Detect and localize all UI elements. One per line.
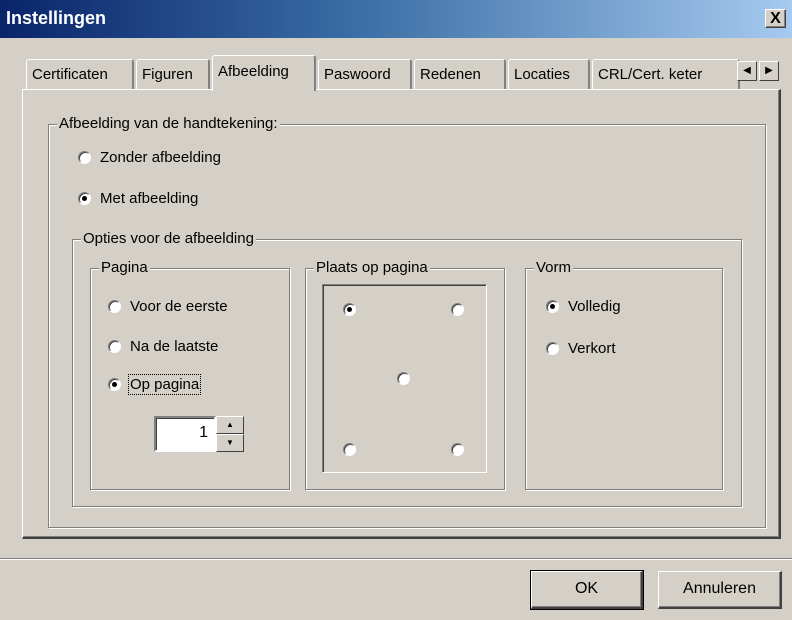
spin-down-button[interactable]: ▼ <box>216 434 244 452</box>
radio-button-icon <box>451 443 464 456</box>
tab-label: Afbeelding <box>218 63 289 80</box>
radio-op-pagina[interactable]: Op pagina <box>108 374 202 395</box>
title-bar: Instellingen X <box>0 0 792 38</box>
radio-label: Op pagina <box>127 374 202 395</box>
radio-button-selected-icon <box>546 300 559 313</box>
tab-label: Locaties <box>514 66 570 83</box>
radio-position-center[interactable] <box>397 372 410 385</box>
close-icon: X <box>770 10 781 27</box>
radio-na-de-laatste[interactable]: Na de laatste <box>108 338 218 355</box>
tab-scroll-left-button[interactable]: ◀ <box>737 61 757 81</box>
radio-button-icon <box>546 342 559 355</box>
radio-volledig[interactable]: Volledig <box>546 298 621 315</box>
radio-label: Zonder afbeelding <box>100 149 221 166</box>
radio-verkort[interactable]: Verkort <box>546 340 616 357</box>
radio-button-icon <box>343 443 356 456</box>
tab-paswoord[interactable]: Paswoord <box>318 59 412 89</box>
radio-label: Volledig <box>568 298 621 315</box>
arrow-left-icon: ◀ <box>743 65 751 76</box>
image-options-legend: Opties voor de afbeelding <box>81 229 256 249</box>
tab-label: Certificaten <box>32 66 108 83</box>
tab-certificaten[interactable]: Certificaten <box>26 59 134 89</box>
spin-down-icon: ▼ <box>226 438 234 447</box>
spin-up-button[interactable]: ▲ <box>216 416 244 434</box>
radio-position-bottom-right[interactable] <box>451 443 464 456</box>
radio-position-top-left[interactable] <box>343 303 356 316</box>
tab-figuren[interactable]: Figuren <box>136 59 210 89</box>
close-button[interactable]: X <box>765 9 786 28</box>
tab-afbeelding[interactable]: Afbeelding <box>212 55 316 91</box>
radio-button-selected-icon <box>108 378 121 391</box>
position-legend: Plaats op pagina <box>314 258 430 278</box>
radio-button-icon <box>108 340 121 353</box>
page-number-input[interactable]: 1 <box>154 416 216 452</box>
shape-legend: Vorm <box>534 258 574 278</box>
radio-label: Met afbeelding <box>100 190 199 207</box>
signature-image-legend: Afbeelding van de handtekening: <box>57 114 280 134</box>
radio-voor-de-eerste[interactable]: Voor de eerste <box>108 298 228 315</box>
ok-button[interactable]: OK <box>530 570 644 610</box>
radio-label: Verkort <box>568 340 616 357</box>
tab-label: CRL/Cert. keter <box>598 66 703 83</box>
tab-label: Paswoord <box>324 66 391 83</box>
radio-label: Na de laatste <box>130 338 219 355</box>
radio-button-icon <box>78 151 91 164</box>
radio-position-bottom-left[interactable] <box>343 443 356 456</box>
radio-zonder-afbeelding[interactable]: Zonder afbeelding <box>78 149 221 166</box>
separator <box>0 558 792 560</box>
radio-position-top-right[interactable] <box>451 303 464 316</box>
cancel-button[interactable]: Annuleren <box>658 571 782 609</box>
page-legend: Pagina <box>99 258 150 278</box>
tab-label: Figuren <box>142 66 193 83</box>
radio-button-selected-icon <box>78 192 91 205</box>
tab-scroll-right-button[interactable]: ▶ <box>759 61 779 81</box>
radio-met-afbeelding[interactable]: Met afbeelding <box>78 190 198 207</box>
tab-redenen[interactable]: Redenen <box>414 59 506 89</box>
tab-label: Redenen <box>420 66 481 83</box>
tab-locaties[interactable]: Locaties <box>508 59 590 89</box>
window-title: Instellingen <box>6 8 107 28</box>
arrow-right-icon: ▶ <box>765 65 773 76</box>
radio-button-icon <box>451 303 464 316</box>
radio-button-icon <box>397 372 410 385</box>
radio-button-icon <box>108 300 121 313</box>
radio-label: Voor de eerste <box>130 298 228 315</box>
spin-up-icon: ▲ <box>226 420 234 429</box>
radio-button-selected-icon <box>343 303 356 316</box>
tab-crl-cert[interactable]: CRL/Cert. keter <box>592 59 740 89</box>
